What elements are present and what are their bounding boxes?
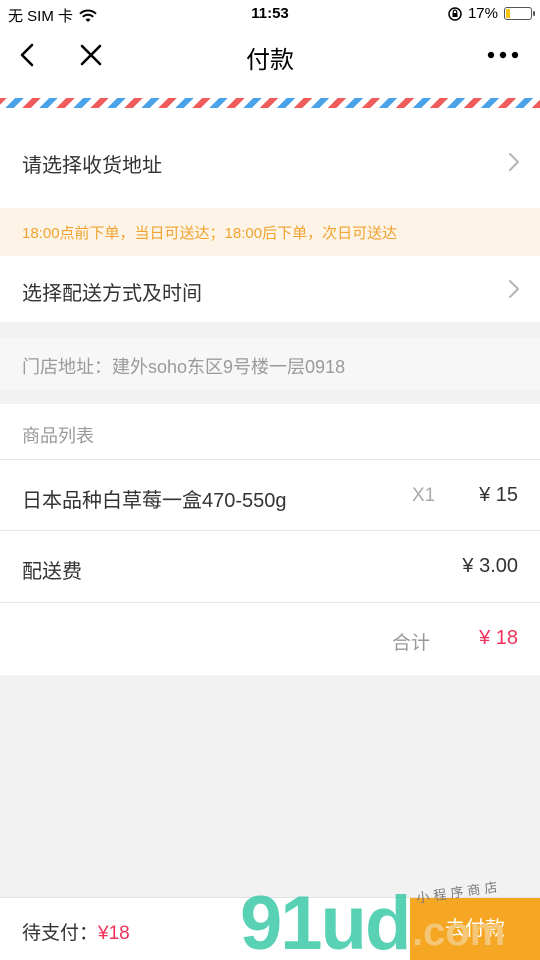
battery-level-fill xyxy=(506,9,511,18)
delivery-notice-text: 18:00点前下单，当日可送达；18:00后下单，次日可送达 xyxy=(22,225,398,242)
chevron-right-icon xyxy=(509,153,519,171)
goods-item-quantity: X1 xyxy=(412,485,436,506)
goods-item-name: 日本品种白草莓一盒470-550g xyxy=(22,490,287,512)
delivery-notice: 18:00点前下单，当日可送达；18:00后下单，次日可送达 xyxy=(0,208,540,256)
total-label: 合计 xyxy=(392,633,431,654)
select-address-row[interactable]: 请选择收货地址 xyxy=(0,114,540,208)
address-stripe-decoration xyxy=(0,82,540,114)
checkout-bar: 待支付：¥18 去付款 xyxy=(0,897,540,960)
store-address-text: 门店地址：建外soho东区9号楼一层0918 xyxy=(22,357,346,377)
goods-item-price: ¥ 15 xyxy=(479,484,518,506)
select-address-label: 请选择收货地址 xyxy=(22,155,162,177)
stripe-band xyxy=(0,98,540,108)
goods-item-row: 日本品种白草莓一盒470-550g X1 ¥ 15 xyxy=(0,460,540,531)
status-right: 17% xyxy=(448,5,535,22)
pay-button[interactable]: 去付款 xyxy=(410,898,540,960)
nav-bar: 付款 xyxy=(0,28,540,82)
delivery-method-label: 选择配送方式及时间 xyxy=(22,283,202,305)
chevron-right-icon xyxy=(509,280,519,298)
more-icon[interactable] xyxy=(486,41,520,69)
pending-payment: 待支付：¥18 xyxy=(22,918,130,945)
pending-payment-amount: ¥18 xyxy=(98,923,130,944)
delivery-fee-value: ¥ 3.00 xyxy=(462,555,518,577)
goods-list-header: 商品列表 xyxy=(0,404,540,460)
page-title: 付款 xyxy=(246,47,294,74)
total-row: 合计 ¥ 18 xyxy=(0,603,540,675)
delivery-fee-label: 配送费 xyxy=(22,561,82,583)
status-bar: 无 SIM 卡 11:53 17% xyxy=(0,0,540,28)
store-address: 门店地址：建外soho东区9号楼一层0918 xyxy=(0,338,540,390)
total-value: ¥ 18 xyxy=(479,627,518,649)
battery-icon xyxy=(504,7,535,20)
delivery-fee-row: 配送费 ¥ 3.00 xyxy=(0,531,540,603)
battery-percent: 17% xyxy=(467,5,498,22)
goods-list-title: 商品列表 xyxy=(22,426,94,446)
rotation-lock-icon xyxy=(448,6,462,21)
delivery-method-row[interactable]: 选择配送方式及时间 xyxy=(0,256,540,322)
pending-payment-label: 待支付： xyxy=(22,923,99,944)
